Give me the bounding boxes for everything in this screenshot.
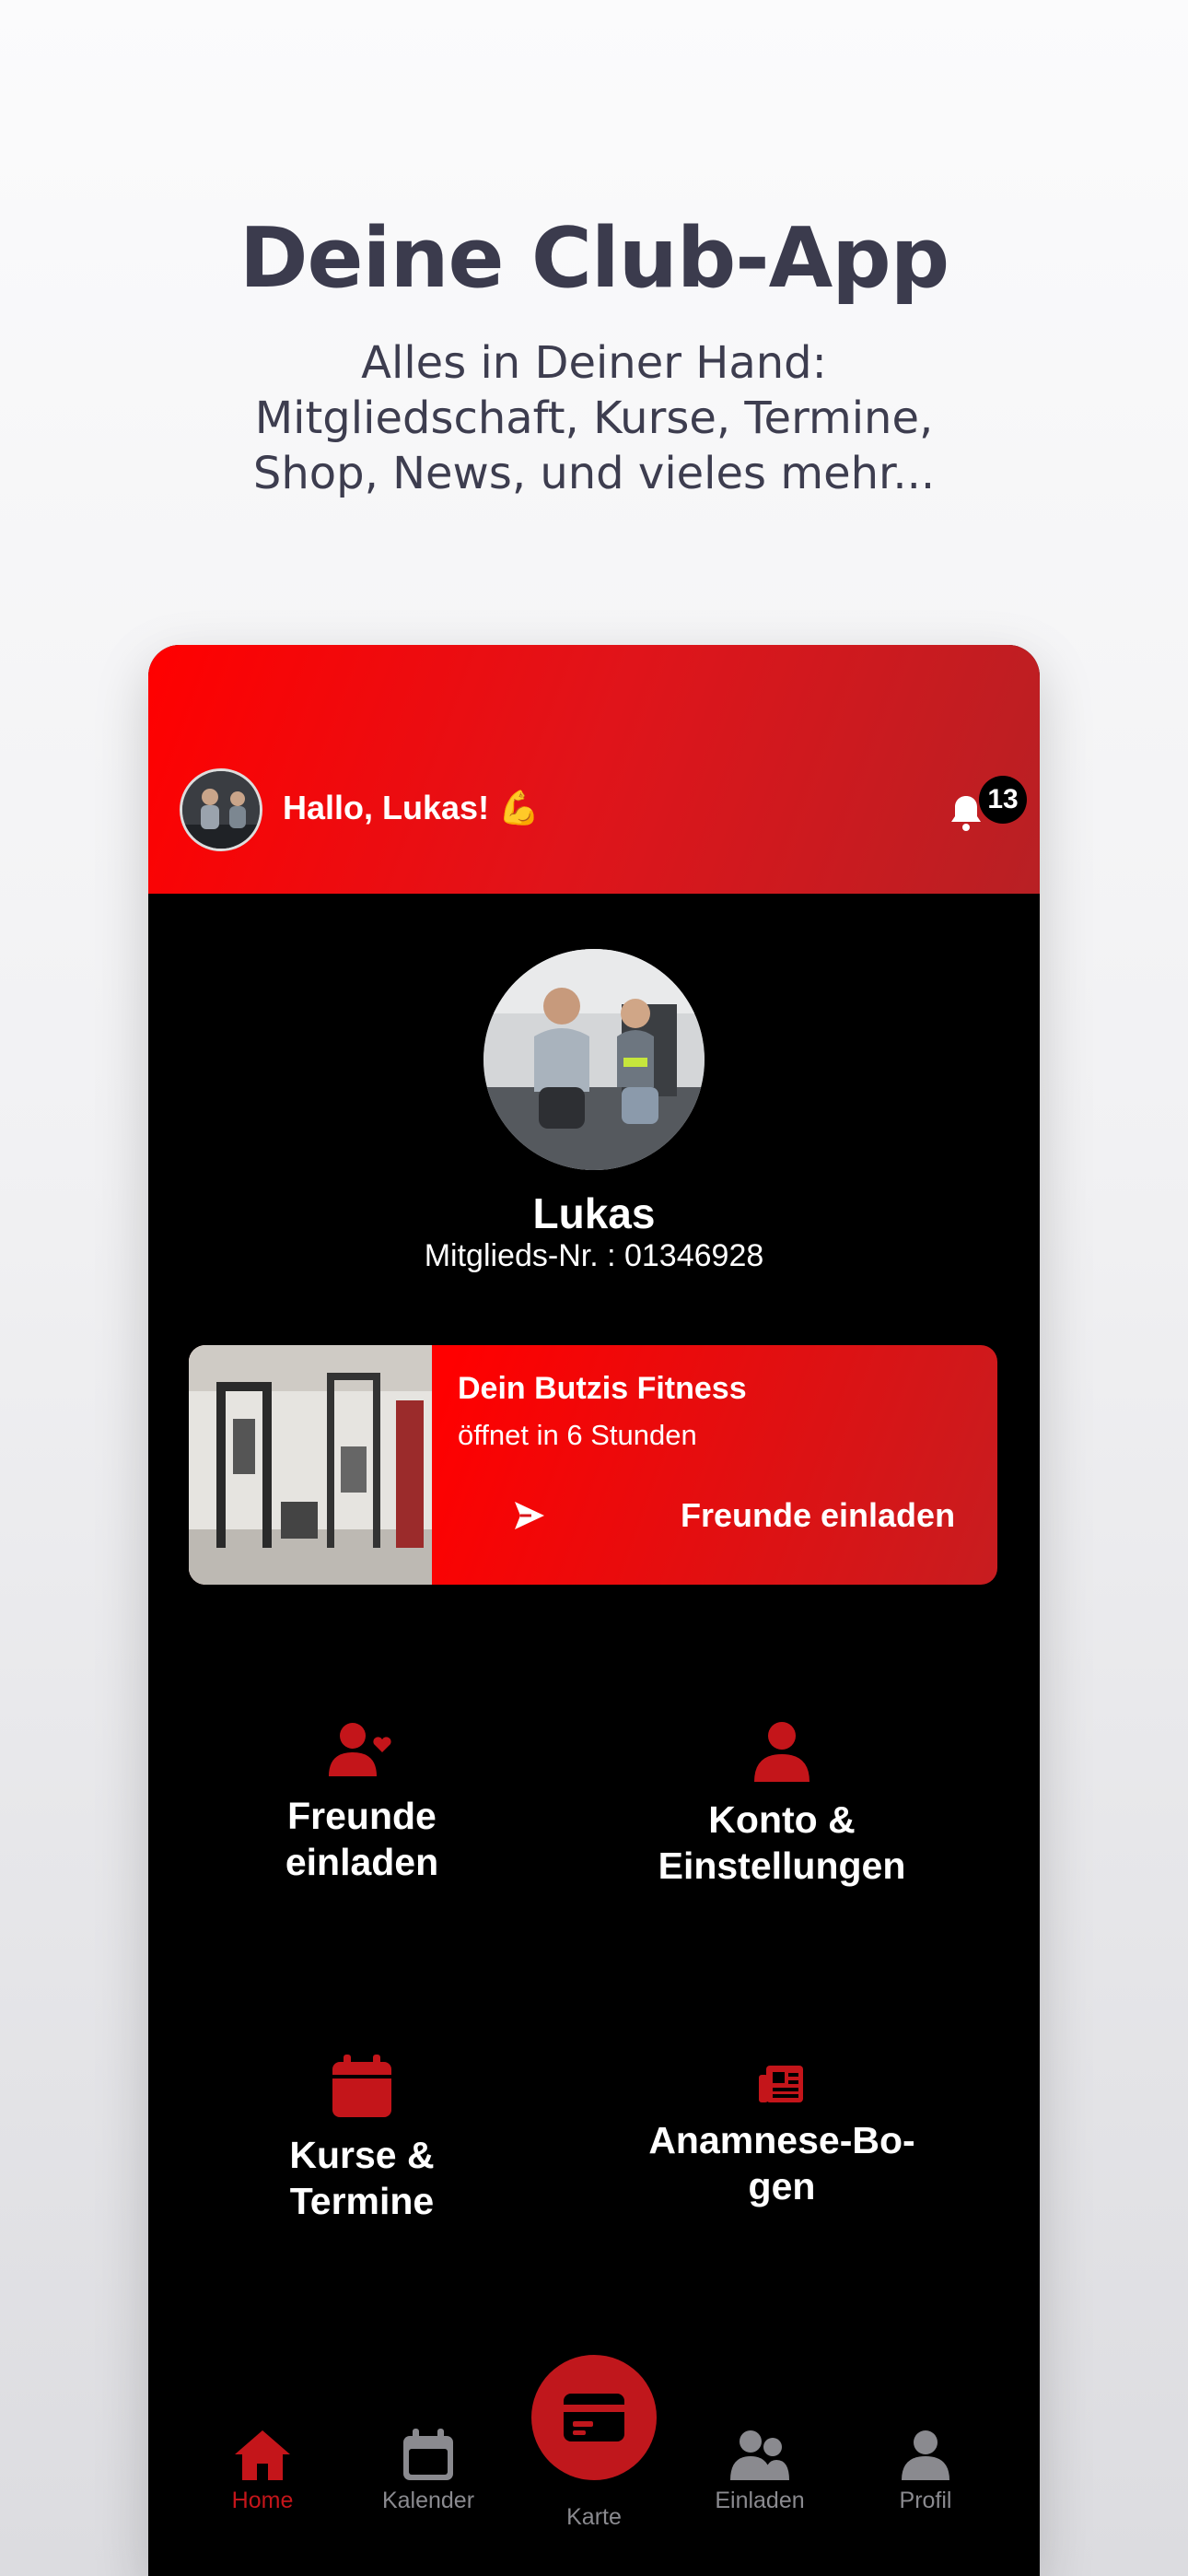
nav-label: Home (231, 2488, 294, 2513)
tile-label-line: Anamnese-Bo- (648, 2119, 915, 2161)
nav-profil[interactable]: Profil (843, 2429, 1008, 2514)
tile-label: Kurse & Termine (159, 2132, 565, 2224)
header-avatar[interactable] (180, 768, 262, 851)
tile-label: Konto & Einstellungen (579, 1797, 984, 1889)
tile-label-line: Konto & (708, 1798, 856, 1841)
hero-subtitle-line: Mitgliedschaft, Kurse, Termine, (254, 392, 934, 444)
hero-subtitle: Alles in Deiner Hand: Mitgliedschaft, Ku… (0, 335, 1188, 501)
home-icon (235, 2430, 290, 2480)
club-status-card[interactable]: Dein Butzis Fitness öffnet in 6 Stunden … (189, 1345, 997, 1585)
tile-label-line: gen (748, 2165, 816, 2207)
nav-label: Kalender (381, 2488, 475, 2513)
hero-subtitle-line: Alles in Deiner Hand: (361, 337, 827, 389)
tile-label-line: Einstellungen (658, 1844, 906, 1887)
tile-label: Freunde einladen (159, 1793, 565, 1885)
club-opening-status: öffnet in 6 Stunden (458, 1419, 697, 1451)
profile-photo (483, 949, 705, 1170)
tile-label-line: Freunde (287, 1795, 437, 1837)
club-name: Dein Butzis Fitness (458, 1371, 747, 1406)
send-icon (515, 1502, 544, 1529)
tile-label: Anamnese-Bo- gen (579, 2117, 984, 2209)
phone-screen: Hallo, Lukas! 💪 13 Lukas Mitglieds-Nr. :… (148, 645, 1040, 2576)
newspaper-icon (759, 2066, 803, 2102)
nav-einladen[interactable]: Einladen (677, 2429, 843, 2514)
tile-label-line: Termine (289, 2180, 435, 2222)
nav-label: Profil (899, 2488, 952, 2513)
hero-subtitle-line: Shop, News, und vieles mehr... (252, 448, 936, 499)
calendar-icon (332, 2055, 391, 2117)
nav-label: Einladen (715, 2488, 805, 2513)
club-photo (189, 1345, 432, 1585)
user-heart-icon (329, 1723, 391, 1776)
profile-photo-image (483, 949, 705, 1170)
app-header: Hallo, Lukas! 💪 13 (148, 645, 1040, 894)
nav-karte-button[interactable] (531, 2355, 657, 2480)
gym-photo-image (189, 1345, 432, 1585)
user-icon (902, 2430, 949, 2480)
nav-kalender[interactable]: Kalender (345, 2429, 511, 2514)
tile-konto-einstellungen[interactable]: Konto & Einstellungen (579, 1721, 984, 1889)
club-invite-button[interactable]: Freunde einladen (458, 1483, 973, 1548)
tile-freunde-einladen[interactable]: Freunde einladen (159, 1721, 565, 1885)
tile-kurse-termine[interactable]: Kurse & Termine (159, 2055, 565, 2224)
nav-label: Karte (566, 2504, 622, 2530)
users-icon (730, 2430, 789, 2480)
club-invite-label: Freunde einladen (681, 1496, 956, 1534)
calendar-icon (403, 2429, 453, 2480)
member-number: Mitglieds-Nr. : 01346928 (424, 1238, 764, 1273)
profile-name: Lukas (532, 1189, 656, 1237)
notification-badge: 13 (979, 776, 1027, 824)
tile-anamnese-bogen[interactable]: Anamnese-Bo- gen (579, 2064, 984, 2209)
card-icon (564, 2394, 624, 2441)
greeting-text: Hallo, Lukas! 💪 (283, 789, 540, 826)
hero-title: Deine Club-App (239, 210, 949, 307)
tile-label-line: einladen (285, 1841, 439, 1883)
avatar-photo-icon (182, 771, 260, 849)
user-icon (754, 1722, 809, 1782)
tile-label-line: Kurse & (289, 2134, 435, 2176)
nav-home[interactable]: Home (180, 2429, 345, 2514)
